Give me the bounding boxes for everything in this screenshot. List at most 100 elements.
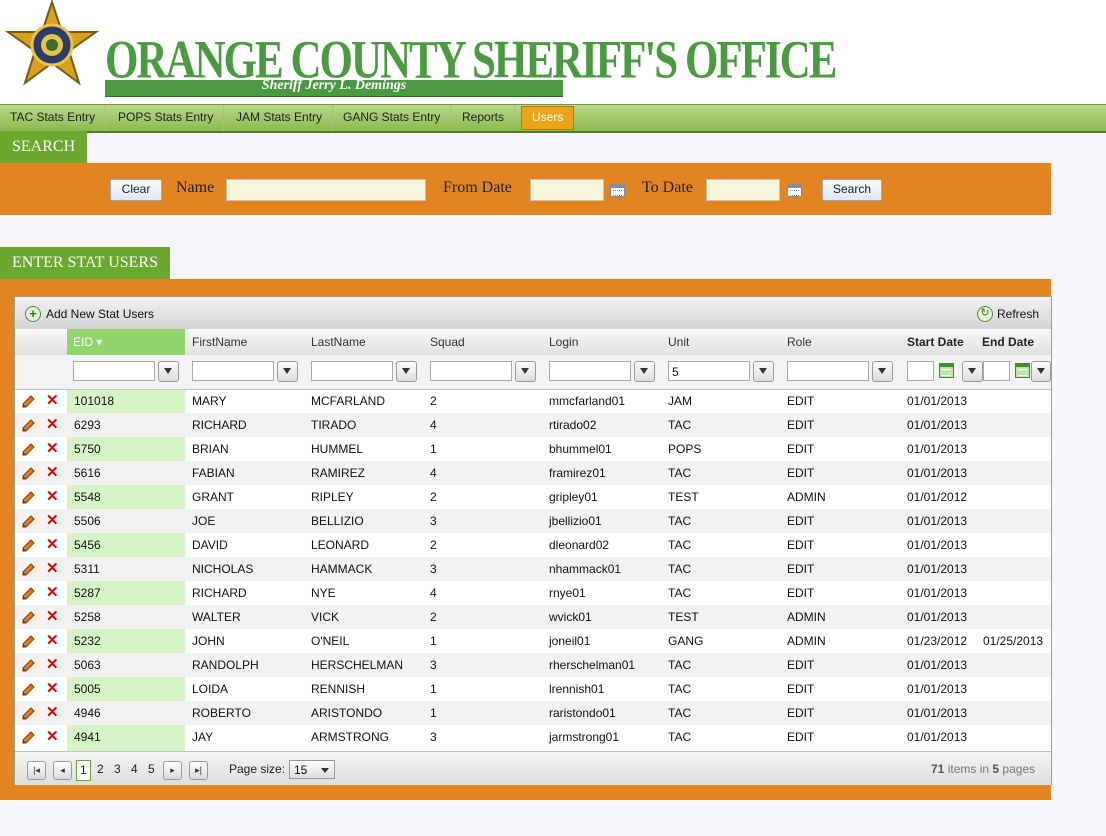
lastname-filter-icon[interactable] [396, 361, 417, 382]
table-row[interactable]: ✕ 5232 JOHN O'NEIL 1 joneil01 GANG ADMIN 01/23/2… [15, 629, 1051, 653]
refresh-button[interactable]: Refresh [997, 307, 1039, 321]
from-date-input[interactable] [530, 179, 604, 201]
table-row[interactable]: ✕ 5456 DAVID LEONARD 2 dleonard02 TAC EDIT 01/01… [15, 533, 1051, 557]
delete-icon[interactable]: ✕ [46, 440, 59, 457]
search-button[interactable]: Search [822, 179, 882, 201]
table-row[interactable]: ✕ 5506 JOE BELLIZIO 3 jbellizio01 TAC EDIT 01/01… [15, 509, 1051, 533]
table-row[interactable]: ✕ 5063 RANDOLPH HERSCHELMAN 3 rherschelman01 T… [15, 653, 1051, 677]
edit-pencil-icon[interactable] [22, 563, 35, 576]
table-row[interactable]: ✕ 4946 ROBERTO ARISTONDO 1 raristondo01 TAC EDI… [15, 701, 1051, 725]
delete-icon[interactable]: ✕ [46, 632, 59, 649]
to-date-calendar-icon[interactable] [787, 184, 802, 197]
squad-filter-input[interactable] [430, 361, 512, 381]
end-date-filter-input[interactable] [983, 361, 1010, 381]
end-date-filter-icon[interactable] [1031, 361, 1051, 382]
menu-gang-stats-entry[interactable]: GANG Stats Entry [333, 105, 452, 131]
edit-pencil-icon[interactable] [22, 515, 35, 528]
edit-pencil-icon[interactable] [22, 683, 35, 696]
delete-icon[interactable]: ✕ [46, 416, 59, 433]
table-row[interactable]: ✕ 4941 JAY ARMSTRONG 3 jarmstrong01 TAC EDIT 01/… [15, 725, 1051, 749]
table-row[interactable]: ✕ 5548 GRANT RIPLEY 2 gripley01 TEST ADMIN 01/01… [15, 485, 1051, 509]
delete-icon[interactable]: ✕ [46, 656, 59, 673]
edit-pencil-icon[interactable] [22, 467, 35, 480]
column-header-start-date[interactable]: Start Date [907, 329, 964, 355]
table-row[interactable]: ✕ 5750 BRIAN HUMMEL 1 bhummel01 POPS EDIT 01/01/… [15, 437, 1051, 461]
table-row[interactable]: ✕ 101018 MARY MCFARLAND 2 mmcfarland01 JAM EDIT… [15, 389, 1051, 413]
menu-jam-stats-entry[interactable]: JAM Stats Entry [226, 105, 334, 131]
column-header-role[interactable]: Role [787, 329, 812, 355]
delete-icon[interactable]: ✕ [46, 608, 59, 625]
column-header-firstname[interactable]: FirstName [192, 329, 247, 355]
refresh-icon[interactable]: ↻ [977, 306, 993, 322]
prev-page-icon[interactable]: ◂ [53, 761, 72, 780]
login-filter-icon[interactable] [634, 361, 655, 382]
table-row[interactable]: ✕ 5258 WALTER VICK 2 wvick01 TEST ADMIN 01/01/20… [15, 605, 1051, 629]
column-header-unit[interactable]: Unit [668, 329, 689, 355]
add-new-stat-users-button[interactable]: Add New Stat Users [46, 307, 154, 321]
to-date-input[interactable] [706, 179, 780, 201]
eid-filter-input[interactable] [73, 361, 155, 381]
page-4[interactable]: 4 [131, 761, 138, 778]
unit-filter-input[interactable]: 5 [668, 361, 750, 381]
column-header-eid[interactable]: EID ▾ [67, 329, 185, 355]
last-page-icon[interactable]: ▸| [189, 761, 208, 780]
page-5[interactable]: 5 [148, 761, 155, 778]
column-header-login[interactable]: Login [549, 329, 578, 355]
firstname-filter-input[interactable] [192, 361, 274, 381]
page-3[interactable]: 3 [114, 761, 121, 778]
start-date-filter-icon[interactable] [962, 361, 983, 382]
from-date-calendar-icon[interactable] [610, 184, 625, 197]
delete-icon[interactable]: ✕ [46, 392, 59, 409]
edit-pencil-icon[interactable] [22, 419, 35, 432]
table-row[interactable]: ✕ 5287 RICHARD NYE 4 rnye01 TAC EDIT 01/01/2013 [15, 581, 1051, 605]
unit-filter-icon[interactable] [753, 361, 774, 382]
edit-pencil-icon[interactable] [22, 443, 35, 456]
menu-tac-stats-entry[interactable]: TAC Stats Entry [0, 105, 107, 131]
page-2[interactable]: 2 [97, 761, 104, 778]
edit-pencil-icon[interactable] [22, 395, 35, 408]
delete-icon[interactable]: ✕ [46, 728, 59, 745]
column-header-lastname[interactable]: LastName [311, 329, 366, 355]
first-page-icon[interactable]: |◂ [27, 761, 46, 780]
name-input[interactable] [226, 179, 426, 201]
page-size-select[interactable]: 15 [289, 760, 335, 779]
edit-pencil-icon[interactable] [22, 539, 35, 552]
column-header-squad[interactable]: Squad [430, 329, 465, 355]
menu-reports[interactable]: Reports [452, 105, 516, 131]
role-filter-icon[interactable] [872, 361, 893, 382]
table-row[interactable]: ✕ 6293 RICHARD TIRADO 4 rtirado02 TAC EDIT 01/01… [15, 413, 1051, 437]
delete-icon[interactable]: ✕ [46, 512, 59, 529]
delete-icon[interactable]: ✕ [46, 680, 59, 697]
menu-users[interactable]: Users [521, 106, 575, 130]
end-date-calendar-icon[interactable] [1015, 363, 1030, 378]
delete-icon[interactable]: ✕ [46, 584, 59, 601]
edit-pencil-icon[interactable] [22, 731, 35, 744]
add-icon[interactable]: + [25, 306, 41, 322]
edit-pencil-icon[interactable] [22, 707, 35, 720]
clear-button[interactable]: Clear [110, 179, 162, 201]
edit-pencil-icon[interactable] [22, 611, 35, 624]
delete-icon[interactable]: ✕ [46, 560, 59, 577]
edit-pencil-icon[interactable] [22, 491, 35, 504]
role-filter-input[interactable] [787, 361, 869, 381]
page-1[interactable]: 1 [76, 760, 91, 781]
edit-pencil-icon[interactable] [22, 635, 35, 648]
delete-icon[interactable]: ✕ [46, 536, 59, 553]
start-date-filter-input[interactable] [907, 361, 934, 381]
login-filter-input[interactable] [549, 361, 631, 381]
firstname-filter-icon[interactable] [277, 361, 298, 382]
edit-pencil-icon[interactable] [22, 659, 35, 672]
menu-pops-stats-entry[interactable]: POPS Stats Entry [108, 105, 225, 131]
table-row[interactable]: ✕ 5005 LOIDA RENNISH 1 lrennish01 TAC EDIT 01/01… [15, 677, 1051, 701]
edit-pencil-icon[interactable] [22, 587, 35, 600]
delete-icon[interactable]: ✕ [46, 704, 59, 721]
next-page-icon[interactable]: ▸ [163, 761, 182, 780]
column-header-end-date[interactable]: End Date [982, 329, 1034, 355]
start-date-calendar-icon[interactable] [939, 363, 954, 378]
lastname-filter-input[interactable] [311, 361, 393, 381]
eid-filter-icon[interactable] [158, 361, 179, 382]
delete-icon[interactable]: ✕ [46, 464, 59, 481]
table-row[interactable]: ✕ 5311 NICHOLAS HAMMACK 3 nhammack01 TAC EDIT 01… [15, 557, 1051, 581]
table-row[interactable]: ✕ 5616 FABIAN RAMIREZ 4 framirez01 TAC EDIT 01/0… [15, 461, 1051, 485]
squad-filter-icon[interactable] [515, 361, 536, 382]
